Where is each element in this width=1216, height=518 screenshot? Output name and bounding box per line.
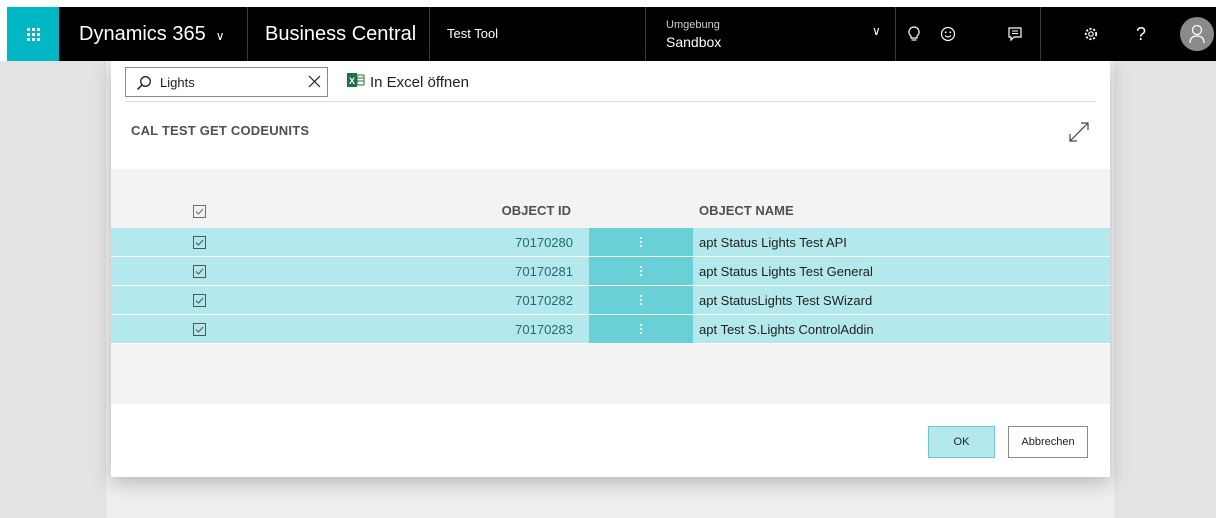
row-actions-button[interactable] [589,257,693,285]
avatar-icon[interactable] [1180,17,1214,51]
search-icon [136,75,152,96]
expand-icon[interactable] [1068,121,1090,148]
table-row[interactable]: 70170282 apt StatusLights Test SWizard [111,286,1110,315]
open-in-excel-button[interactable]: X In Excel öffnen [347,72,469,92]
table-row[interactable]: 70170280 apt Status Lights Test API [111,228,1110,257]
object-name-cell: apt Test S.Lights ControlAddin [699,322,874,337]
page-title: CAL TEST GET CODEUNITS [131,123,310,138]
more-vertical-icon [640,266,642,276]
app-launcher-button[interactable] [7,7,59,61]
column-header-object-id[interactable]: OBJECT ID [491,203,571,218]
row-actions-button[interactable] [589,228,693,256]
divider [125,101,1096,102]
more-vertical-icon [640,324,642,334]
smiley-icon[interactable] [933,7,963,61]
gear-icon[interactable] [1076,7,1106,61]
codeunit-list: OBJECT ID OBJECT NAME 70170280 apt Statu… [111,169,1110,404]
table-row[interactable]: 70170283 apt Test S.Lights ControlAddin [111,315,1110,344]
column-header-object-name[interactable]: OBJECT NAME [699,203,794,218]
divider [645,7,646,61]
environment-label: Umgebung [666,19,720,31]
top-navigation-bar: Dynamics 365 ∨ Business Central Test Tool… [7,7,1216,61]
divider [1040,7,1041,61]
chevron-down-icon[interactable]: ∨ [872,24,881,38]
object-id-link[interactable]: 70170281 [491,264,573,279]
brand-menu[interactable]: Dynamics 365 ∨ [79,7,225,61]
ok-button[interactable]: OK [928,426,995,458]
close-icon[interactable] [308,75,321,93]
environment-selector[interactable]: Umgebung Sandbox [666,19,721,51]
search-input[interactable]: Lights [160,75,195,90]
svg-text:X: X [349,76,355,86]
divider [429,7,430,61]
object-name-cell: apt StatusLights Test SWizard [699,293,873,308]
excel-icon: X [347,72,365,93]
row-checkbox[interactable] [193,294,206,312]
brand-label: Dynamics 365 [79,23,206,45]
product-name[interactable]: Business Central [265,7,416,61]
row-actions-button[interactable] [589,286,693,314]
waffle-icon [26,27,40,41]
cancel-button[interactable]: Abbrechen [1008,426,1088,458]
row-actions-button[interactable] [589,315,693,343]
row-checkbox[interactable] [193,323,206,341]
object-id-link[interactable]: 70170282 [491,293,573,308]
row-checkbox[interactable] [193,236,206,254]
lookup-dialog: Lights X In Excel öffnen CAL TEST GET CO… [111,61,1110,477]
chevron-down-icon: ∨ [215,29,225,43]
object-name-cell: apt Status Lights Test General [699,264,873,279]
excel-label: In Excel öffnen [370,73,469,91]
row-checkbox[interactable] [193,265,206,283]
search-box[interactable]: Lights [125,67,328,97]
object-id-link[interactable]: 70170280 [491,235,573,250]
more-vertical-icon [640,295,642,305]
table-row[interactable]: 70170281 apt Status Lights Test General [111,257,1110,286]
select-all-checkbox[interactable] [193,205,206,223]
company-name[interactable]: Test Tool [447,7,498,61]
more-vertical-icon [640,237,642,247]
divider [247,7,248,61]
environment-value: Sandbox [666,34,722,50]
lightbulb-icon[interactable] [899,7,929,61]
object-id-link[interactable]: 70170283 [491,322,573,337]
chat-icon[interactable] [1000,7,1030,61]
object-name-cell: apt Status Lights Test API [699,235,847,250]
help-icon[interactable]: ? [1126,7,1156,61]
divider [895,7,896,61]
